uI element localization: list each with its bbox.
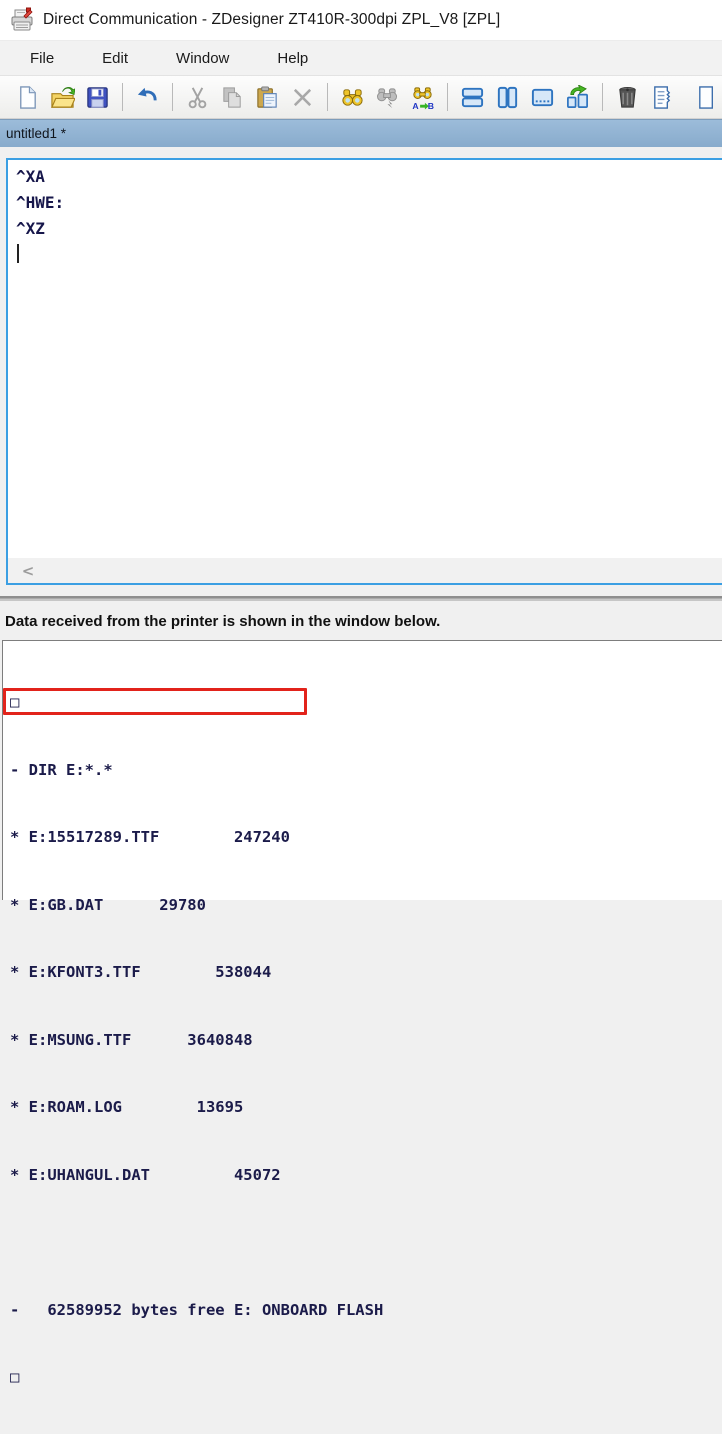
- replace-button[interactable]: A B: [409, 84, 436, 111]
- undo-button[interactable]: [134, 84, 161, 111]
- find-next-icon: [375, 85, 400, 110]
- output-line: □: [10, 691, 722, 714]
- document-tab-strip: untitled1 *: [0, 119, 722, 147]
- delete-icon: [290, 85, 315, 110]
- find-next-button[interactable]: [374, 84, 401, 111]
- editor-line: ^XA: [16, 164, 722, 190]
- find-icon: [340, 85, 365, 110]
- menu-file[interactable]: File: [12, 43, 72, 74]
- toolbar-separator: [447, 83, 448, 111]
- trash-button[interactable]: [614, 84, 641, 111]
- direct-communication-window: { "window": { "title": "Direct Communica…: [0, 0, 722, 897]
- copy-button[interactable]: [219, 84, 246, 111]
- editor-line: ^XZ: [16, 216, 722, 242]
- toolbar: A B: [0, 76, 722, 119]
- arrange-windows-button[interactable]: [564, 84, 591, 111]
- arrange-windows-icon: [565, 85, 590, 110]
- horizontal-scrollbar[interactable]: <: [8, 558, 722, 583]
- tile-horizontal-icon: [460, 85, 485, 110]
- menu-help[interactable]: Help: [259, 43, 326, 74]
- new-document-button[interactable]: [14, 84, 41, 111]
- cut-button[interactable]: [184, 84, 211, 111]
- svg-text:A: A: [412, 101, 419, 110]
- output-line: - 62589952 bytes free E: ONBOARD FLASH: [10, 1299, 722, 1322]
- output-line: * E:KFONT3.TTF 538044: [10, 961, 722, 984]
- window-title: Direct Communication - ZDesigner ZT410R-…: [43, 11, 500, 29]
- output-line: * E:UHANGUL.DAT 45072: [10, 1164, 722, 1187]
- open-file-icon: [50, 85, 75, 110]
- open-file-button[interactable]: [49, 84, 76, 111]
- copy-icon: [220, 85, 245, 110]
- tile-vertical-button[interactable]: [494, 84, 521, 111]
- replace-icon: A B: [410, 85, 435, 110]
- editor-code[interactable]: ^XA^HWE:^XZ: [16, 164, 722, 242]
- menu-window[interactable]: Window: [158, 43, 247, 74]
- find-button[interactable]: [339, 84, 366, 111]
- svg-text:B: B: [428, 101, 434, 110]
- scroll-left-arrow-icon[interactable]: <: [12, 558, 44, 583]
- toolbar-separator: [172, 83, 173, 111]
- output-line: * E:MSUNG.TTF 3640848: [10, 1029, 722, 1052]
- cascade-windows-button[interactable]: [529, 84, 556, 111]
- undo-icon: [135, 85, 160, 110]
- received-data-label: Data received from the printer is shown …: [5, 613, 717, 630]
- output-line: □: [10, 1366, 722, 1389]
- output-line: [10, 1231, 722, 1254]
- title-bar: Direct Communication - ZDesigner ZT410R-…: [0, 0, 722, 41]
- clipped-partial-icon: [695, 85, 720, 110]
- paste-button[interactable]: [254, 84, 281, 111]
- output-line-highlighted: * E:15517289.TTF 247240: [10, 826, 722, 849]
- received-data-document-button[interactable]: [649, 84, 676, 111]
- save-file-icon: [85, 85, 110, 110]
- toolbar-separator: [602, 83, 603, 111]
- tile-vertical-icon: [495, 85, 520, 110]
- tile-horizontal-button[interactable]: [459, 84, 486, 111]
- pane-splitter[interactable]: [0, 596, 722, 601]
- editor-line: ^HWE:: [16, 190, 722, 216]
- paste-icon: [255, 85, 280, 110]
- trash-icon: [615, 85, 640, 110]
- delete-button[interactable]: [289, 84, 316, 111]
- output-line: - DIR E:*.*: [10, 759, 722, 782]
- tab-untitled1[interactable]: untitled1 *: [6, 126, 66, 141]
- new-document-icon: [15, 85, 40, 110]
- cascade-windows-icon: [530, 85, 555, 110]
- output-line: * E:ROAM.LOG 13695: [10, 1096, 722, 1119]
- received-data-document-icon: [650, 85, 675, 110]
- cut-icon: [185, 85, 210, 110]
- clipped-toolbar-button[interactable]: [694, 84, 721, 111]
- zpl-editor[interactable]: ^XA^HWE:^XZ <: [6, 158, 722, 585]
- printer-with-red-pen-icon: [9, 7, 35, 33]
- text-cursor: [17, 244, 19, 263]
- save-file-button[interactable]: [84, 84, 111, 111]
- menu-bar: File Edit Window Help: [0, 41, 722, 76]
- output-text: □ - DIR E:*.* * E:15517289.TTF 247240 * …: [10, 646, 722, 1434]
- toolbar-separator: [327, 83, 328, 111]
- toolbar-separator: [122, 83, 123, 111]
- received-data-output[interactable]: □ - DIR E:*.* * E:15517289.TTF 247240 * …: [2, 640, 722, 900]
- menu-edit[interactable]: Edit: [84, 43, 146, 74]
